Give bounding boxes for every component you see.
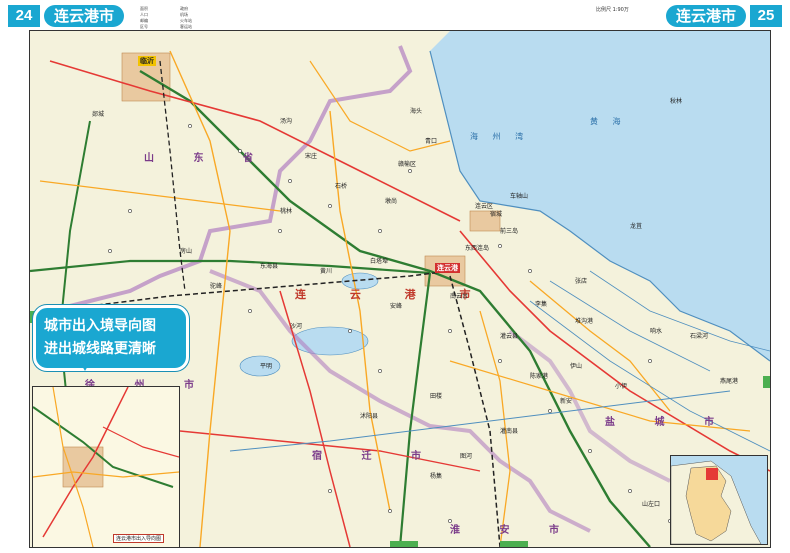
place-label: 黄川 [320,268,333,275]
place-label: 白塔埠 [370,258,389,265]
inset-map[interactable]: 连云港市出入导向图 [32,386,180,547]
place-label: 驼峰 [210,283,223,290]
reservoir [291,326,369,356]
place-label: 墩尚 [385,198,398,205]
place-label: 响水 [650,328,663,335]
legend-item: 人口 [140,12,148,17]
expressway [398,272,432,547]
promo-callout: 城市出入境导向图 进出城线路更清晰 [33,305,189,371]
place-label: 灌云县 [500,333,519,340]
place-label: 张店 [575,278,588,285]
locator-canvas [671,460,762,544]
place-label: 石桥 [335,183,348,190]
region-label-suqian: 宿 迁 市 [312,451,439,462]
left-page-title: 连云港市 [44,5,125,27]
inset-canvas [33,387,179,547]
right-header: 连云港市 25 [627,5,782,27]
place-label: 李集 [535,301,548,308]
city-lianyungang[interactable]: 连云港 [435,263,460,273]
place-label: 南云台 [450,293,469,300]
place-label: 图河 [460,453,473,460]
inset-caption: 连云港市出入导向图 [113,534,165,543]
scale-label: 比例尺 1:90万 [596,7,629,13]
place-label: 郯城 [92,111,105,118]
place-label: 秋林 [670,98,683,105]
place-label: 小伊 [615,383,628,390]
place-label: 堆沟港 [575,318,594,325]
place-label: 田楼 [430,393,443,400]
locator-map [670,455,768,545]
callout-pointer [78,359,92,371]
right-page-title: 连云港市 [665,5,746,27]
place-label: 平明 [260,363,273,370]
place-label: 东西连岛 [465,245,490,252]
legend-item: 邮编 [140,18,148,23]
legend-item: 客运站 [180,24,192,29]
map-edge-tab [500,541,528,547]
city-border [508,329,671,483]
main-map[interactable]: 山 东 省 连 云 港 市 宿 迁 市 盐 城 市 淮 安 市 徐 州 市 黄 … [29,30,771,548]
place-label: 沙河 [290,323,303,330]
place-label: 车轴山 [510,193,529,200]
place-label: 东海县 [260,263,279,270]
info-legend-strip: 面积 人口 邮编 区号 政府 机场 火车站 客运站 [140,6,410,29]
legend-item: 机场 [180,12,188,17]
place-label: 海头 [410,108,423,115]
bay-label: 海 州 湾 [470,132,530,141]
legend-item: 区号 [140,24,148,29]
place-label: 宿城 [490,211,503,218]
place-label: 安峰 [390,303,403,310]
place-label: 汤沟 [280,118,293,125]
place-label: 宋庄 [305,153,318,160]
left-header: 24 连云港市 [8,5,158,27]
railway [449,275,501,547]
region-label-huaian: 淮 安 市 [450,525,577,536]
place-label: 桃林 [280,208,293,215]
region-label-shandong: 山 东 省 [144,153,271,164]
place-label: 灌南县 [500,428,519,435]
place-label: 房山 [180,248,193,255]
legend-item: 火车站 [180,18,192,23]
place-label: 沭阳县 [360,413,379,420]
sea-area [430,31,770,361]
right-page-number: 25 [750,5,782,27]
place-label: 杨集 [430,473,443,480]
city-border [209,269,591,533]
callout-line-2: 进出城线路更清晰 [44,341,156,357]
place-label: 伊山 [570,363,583,370]
place-label: 青口 [425,138,438,145]
map-edge-tab [390,541,418,547]
place-label: 龙苴 [630,223,643,230]
map-edge-tab [763,376,770,388]
region-label-yancheng: 盐 城 市 [605,417,732,428]
atlas-spread: 24 连云港市 连云港市 25 面积 人口 邮编 区号 政府 机场 火车站 客运… [0,0,790,553]
place-label: 前三岛 [500,228,519,235]
place-label: 陈家港 [530,373,549,380]
sea-label: 黄 海 [590,117,627,126]
city-linyi[interactable]: 临沂 [138,56,156,66]
place-label: 赣榆区 [398,161,417,168]
legend-item: 面积 [140,6,148,11]
place-label: 新安 [560,398,573,405]
callout-line-1: 城市出入境导向图 [44,318,156,334]
left-page-number: 24 [8,5,40,27]
place-label: 燕尾港 [720,378,739,385]
legend-item: 政府 [180,6,188,11]
place-label: 山左口 [642,501,661,508]
place-label: 石梁河 [690,333,709,340]
